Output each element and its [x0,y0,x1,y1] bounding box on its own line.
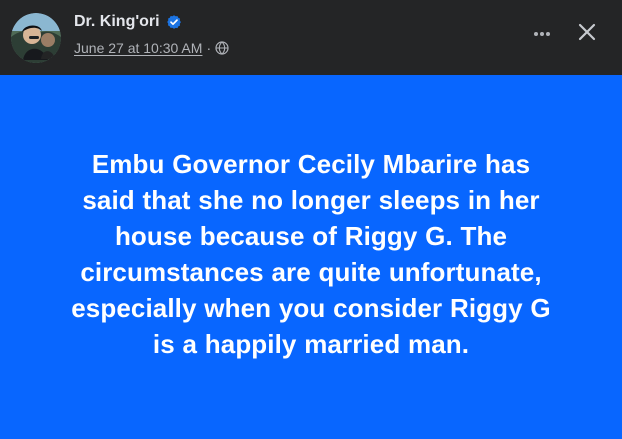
avatar[interactable] [11,13,61,63]
post-text-background: Embu Governor Cecily Mbarire has said th… [0,75,622,439]
post-timestamp-link[interactable]: June 27 at 10:30 AM [74,39,202,57]
post-text-line: said that she no longer sleeps in her [82,185,540,215]
post-text-line: circumstances are quite unfortunate, [80,257,542,287]
post-text-line: house because of Riggy G. The [114,221,508,251]
post-header: Dr. King'ori June 27 at 10:30 AM · [0,0,622,75]
post-text: Embu Governor Cecily Mbarire has said th… [35,146,587,362]
close-icon [575,20,599,49]
author-line: Dr. King'ori [74,12,182,32]
more-horizontal-icon [530,22,554,51]
author-name[interactable]: Dr. King'ori [74,12,160,32]
more-options-button[interactable] [524,18,560,54]
post-text-line: is a happily married man. [152,329,470,359]
post-text-line: Embu Governor Cecily Mbarire has [91,149,531,179]
globe-icon [215,41,229,55]
close-button[interactable] [567,14,607,54]
post-text-line: especially when you consider Riggy G [71,293,551,323]
meta-separator: · [206,40,212,56]
verified-badge-icon [166,14,182,30]
post-meta: June 27 at 10:30 AM · [74,39,229,57]
post-card: Dr. King'ori June 27 at 10:30 AM · Embu … [0,0,622,439]
